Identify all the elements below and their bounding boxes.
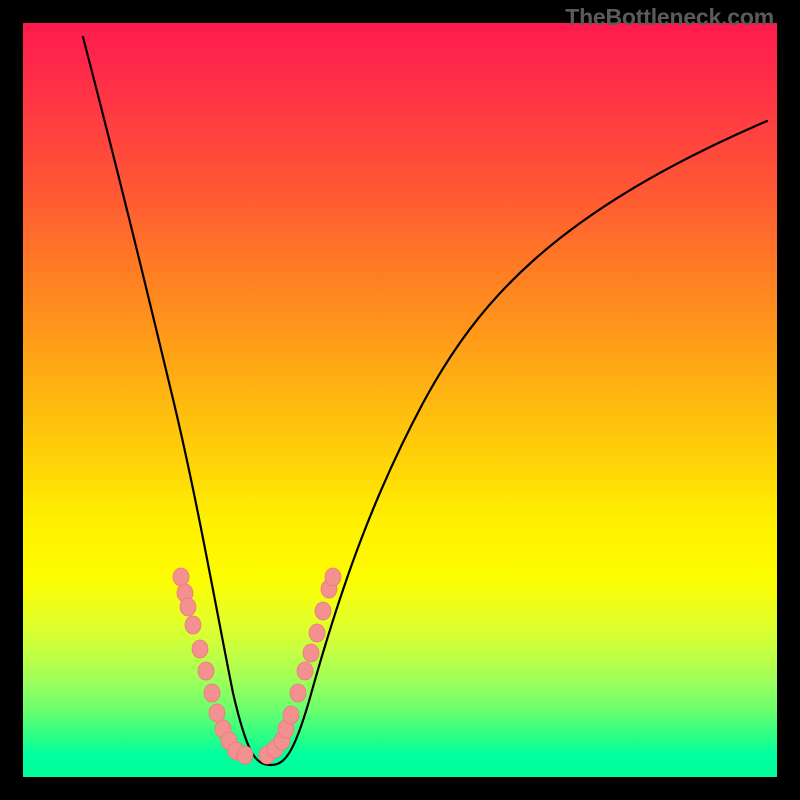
- bead-marker: [290, 684, 306, 702]
- bead-marker: [309, 624, 325, 642]
- bead-marker: [185, 616, 201, 634]
- bottleneck-curve: [83, 37, 767, 765]
- chart-svg: [23, 23, 777, 777]
- bead-marker: [198, 662, 214, 680]
- bead-marker: [173, 568, 189, 586]
- watermark-text: TheBottleneck.com: [565, 4, 774, 31]
- bead-marker: [192, 640, 208, 658]
- bead-marker: [297, 662, 313, 680]
- beads-right-group: [259, 568, 341, 764]
- plot-area: [23, 23, 777, 777]
- bead-marker: [204, 684, 220, 702]
- bead-marker: [180, 598, 196, 616]
- bead-marker: [325, 568, 341, 586]
- bead-marker: [303, 644, 319, 662]
- beads-left-group: [173, 568, 253, 764]
- bead-marker: [209, 704, 225, 722]
- bead-marker: [237, 746, 253, 764]
- bead-marker: [315, 602, 331, 620]
- bead-marker: [283, 706, 299, 724]
